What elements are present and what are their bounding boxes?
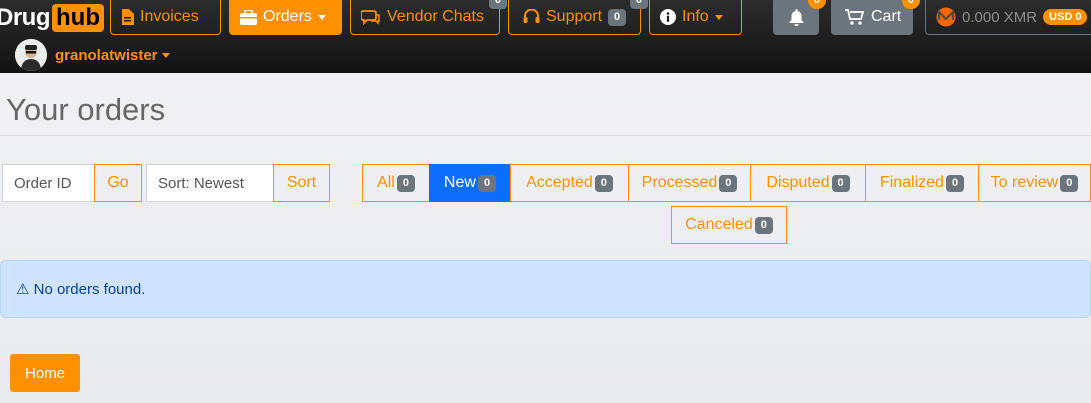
filter-label: Finalized — [879, 174, 944, 191]
vendor-chats-label: Vendor Chats — [387, 8, 484, 25]
filter-label: Accepted — [526, 174, 593, 191]
warning-icon: ⚠ — [16, 281, 30, 298]
cart-icon — [845, 8, 865, 25]
cart-badge: 0 — [901, 0, 920, 9]
wallet-balance[interactable]: 0.000 XMR USD 0 — [925, 0, 1091, 35]
support-badge: 0 — [629, 0, 648, 9]
sort-select[interactable] — [146, 164, 274, 202]
support-button[interactable]: Support 0 0 — [508, 0, 648, 35]
briefcase-icon — [240, 9, 257, 25]
orders-dropdown[interactable]: Orders — [229, 0, 342, 35]
chevron-down-icon — [161, 52, 170, 58]
chat-bubbles-icon — [361, 10, 380, 25]
title-divider — [0, 135, 1091, 136]
filter-label: All — [377, 174, 395, 191]
filter-label: Disputed — [766, 174, 830, 191]
orders-label: Orders — [263, 8, 312, 25]
bell-icon — [789, 8, 803, 26]
filter-count: 0 — [719, 174, 738, 192]
monero-icon — [936, 7, 956, 27]
filter-label: To review — [990, 174, 1059, 191]
invoices-button[interactable]: Invoices — [110, 0, 221, 35]
invoices-label: Invoices — [140, 8, 199, 25]
order-id-input[interactable] — [2, 164, 95, 202]
info-circle-icon — [660, 9, 676, 25]
notifications-button[interactable]: 0 — [773, 0, 826, 35]
no-orders-alert: ⚠ No orders found. — [0, 260, 1091, 318]
avatar — [15, 39, 47, 71]
chevron-down-icon — [317, 14, 326, 20]
filter-count: 0 — [945, 174, 965, 192]
balance-text: 0.000 XMR — [962, 8, 1038, 26]
alert-text: No orders found. — [33, 280, 146, 298]
page-title: Your orders — [6, 92, 166, 127]
headset-icon — [523, 9, 540, 23]
filter-label: Canceled — [685, 216, 753, 233]
filter-count: 0 — [831, 174, 850, 192]
vendor-chats-badge: 0 — [488, 0, 507, 9]
avatar-figure — [15, 39, 47, 71]
filter-to-review[interactable]: To review 0 — [978, 164, 1091, 202]
support-label: Support — [546, 8, 603, 25]
username-label: granolatwister — [55, 46, 158, 64]
filter-new[interactable]: New 0 — [429, 164, 511, 202]
sort-button[interactable]: Sort — [273, 164, 330, 202]
home-button[interactable]: Home — [10, 354, 80, 392]
chevron-down-icon — [714, 14, 723, 20]
filter-count: 0 — [1060, 174, 1079, 192]
filter-finalized[interactable]: Finalized 0 — [865, 164, 979, 202]
filter-count: 0 — [594, 174, 613, 192]
filter-processed[interactable]: Processed 0 — [628, 164, 751, 202]
info-label: Info — [682, 8, 709, 25]
document-icon — [122, 9, 134, 25]
filter-label: Processed — [641, 174, 718, 191]
filter-count: 0 — [477, 174, 497, 192]
info-dropdown[interactable]: Info — [649, 0, 742, 35]
filter-accepted[interactable]: Accepted 0 — [510, 164, 629, 202]
top-navbar: Drug hub Invoices Orders Vendor Chats 0 — [0, 0, 1091, 73]
filter-count: 0 — [754, 216, 773, 234]
cart-button[interactable]: Cart 0 — [831, 0, 920, 35]
cart-label: Cart — [871, 8, 902, 25]
currency-badge: USD 0 — [1043, 9, 1088, 25]
filter-all[interactable]: All 0 — [362, 164, 430, 202]
brand-part1: Drug — [0, 3, 51, 31]
username[interactable]: granolatwister — [55, 47, 170, 64]
vendor-chats-button[interactable]: Vendor Chats 0 — [350, 0, 507, 35]
filter-canceled[interactable]: Canceled 0 — [671, 206, 787, 244]
support-inline-badge: 0 — [608, 8, 627, 26]
brand-part2: hub — [52, 3, 104, 32]
user-menu[interactable]: granolatwister — [15, 39, 170, 71]
filter-count: 0 — [396, 174, 415, 192]
filter-label: New — [443, 174, 476, 191]
notifications-badge: 0 — [807, 0, 826, 9]
filter-disputed[interactable]: Disputed 0 — [750, 164, 866, 202]
brand-logo[interactable]: Drug hub — [0, 0, 104, 35]
go-button[interactable]: Go — [94, 164, 142, 202]
